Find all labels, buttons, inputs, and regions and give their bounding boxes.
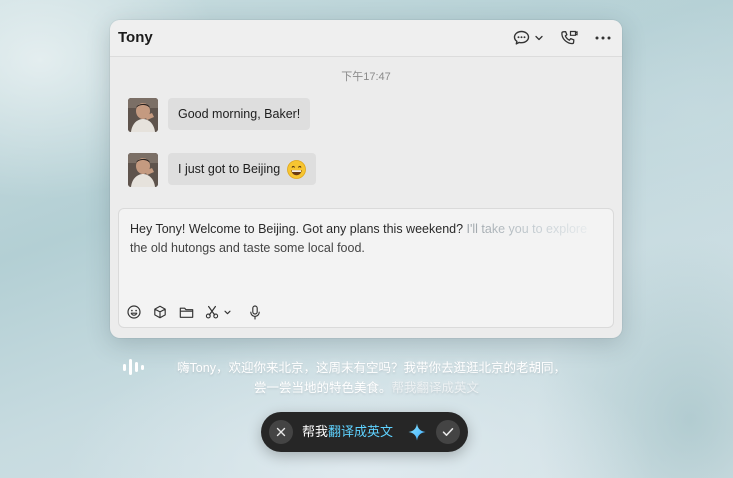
more-icon[interactable] (594, 28, 612, 48)
chevron-down-icon[interactable] (534, 28, 544, 48)
emoji-icon[interactable] (125, 303, 143, 321)
message-text: I just got to Beijing (178, 162, 281, 176)
message-bubble: I just got to Beijing (168, 153, 317, 185)
contact-avatar[interactable] (128, 98, 158, 132)
command-highlight: 翻译成英文 (328, 424, 394, 439)
message-text: Good morning, Baker! (178, 107, 301, 121)
title-bar: Tony (110, 20, 622, 57)
grinning-face-emoji-icon (287, 159, 307, 179)
message-input[interactable]: Hey Tony! Welcome to Beijing. Got any pl… (118, 208, 614, 328)
transcript-line2-main: 尝一尝当地的特色美食。 (253, 381, 392, 395)
contact-name: Tony (118, 29, 153, 46)
transcript-line2-command: 帮我翻译成英文 (391, 381, 480, 395)
contact-avatar[interactable] (128, 153, 158, 187)
check-icon[interactable] (436, 420, 460, 444)
close-icon[interactable] (269, 420, 293, 444)
input-toolbar (125, 303, 272, 321)
command-prefix: 帮我 (302, 424, 329, 439)
chat-bubble-icon[interactable] (512, 28, 530, 48)
scissors-icon[interactable] (203, 303, 221, 321)
voice-command-bar: 帮我翻译成英文 (261, 412, 468, 452)
draft-line1-faded: I'll take you to explore (463, 222, 588, 236)
draft-line1-solid: Hey Tony! Welcome to Beijing. Got any pl… (130, 222, 464, 236)
cube-icon[interactable] (151, 303, 169, 321)
microphone-icon[interactable] (246, 303, 264, 321)
chevron-down-icon[interactable] (223, 303, 232, 321)
draft-text[interactable]: Hey Tony! Welcome to Beijing. Got any pl… (130, 220, 600, 258)
sparkle-icon (408, 423, 426, 446)
chat-window: Tony 下午17:47 Good morning, Baker! I just… (110, 20, 622, 338)
command-text: 帮我翻译成英文 (302, 412, 393, 452)
folder-icon[interactable] (177, 303, 195, 321)
draft-line2: the old hutongs and taste some local foo… (130, 241, 365, 255)
phone-icon[interactable] (560, 28, 578, 48)
message-bubble: Good morning, Baker! (168, 98, 311, 130)
voice-transcript: 嗨Tony，欢迎你来北京，这周末有空吗？我带你去逛逛北京的老胡同， 尝一尝当地的… (0, 358, 733, 398)
message-timestamp: 下午17:47 (341, 71, 391, 83)
transcript-line1: 嗨Tony，欢迎你来北京，这周末有空吗？我带你去逛逛北京的老胡同， (177, 361, 566, 375)
